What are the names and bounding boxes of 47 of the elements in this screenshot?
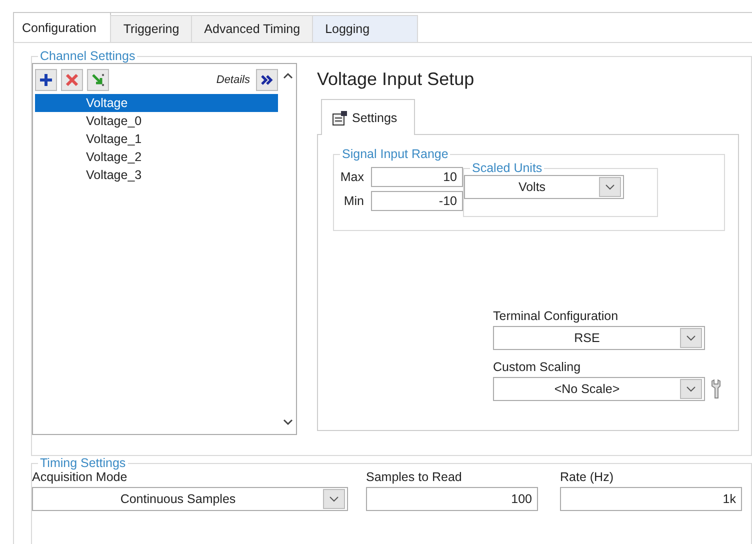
expand-button[interactable] (256, 69, 278, 91)
max-field[interactable]: 10 (371, 167, 463, 187)
tab[interactable]: Triggering (110, 15, 192, 42)
custom-scaling-label: Custom Scaling (493, 360, 582, 374)
properties-icon (332, 110, 348, 126)
group-title: Signal Input Range (341, 147, 450, 161)
channel-item[interactable]: Voltage_0 (35, 112, 278, 130)
details-label: Details (216, 74, 250, 86)
settings-tab[interactable]: Settings (321, 99, 415, 135)
rate-label: Rate (Hz) (560, 470, 614, 484)
channel-item[interactable]: Voltage (35, 94, 278, 112)
min-label: Min (342, 194, 364, 208)
samples-to-read-label: Samples to Read (366, 470, 463, 484)
terminal-configuration-label: Terminal Configuration (493, 309, 620, 323)
terminal-configuration-dropdown[interactable]: RSE (493, 326, 705, 350)
add-button[interactable] (35, 69, 57, 91)
max-label: Max (339, 170, 364, 184)
chevron-down-icon (686, 335, 696, 341)
rate-field[interactable]: 1k (560, 487, 742, 511)
double-chevron-icon (260, 73, 274, 87)
group-title: Channel Settings (39, 49, 136, 63)
custom-scaling-dropdown[interactable]: <No Scale> (493, 377, 705, 401)
chevron-down-icon (329, 496, 339, 502)
channel-item[interactable]: Voltage_2 (35, 148, 278, 166)
plus-icon (39, 73, 53, 87)
setup-title: Voltage Input Setup (317, 69, 476, 91)
scroll-up-icon (283, 72, 293, 80)
tab[interactable]: Configuration (13, 12, 112, 42)
arrow-icon (91, 73, 105, 87)
group-title: Timing Settings (39, 456, 127, 470)
channel-item[interactable]: Voltage_3 (35, 166, 278, 184)
close-icon (65, 73, 79, 87)
units-dropdown[interactable]: Volts (464, 175, 624, 199)
samples-to-read-field[interactable]: 100 (366, 487, 538, 511)
scrollbar[interactable] (280, 63, 297, 435)
tab[interactable]: Logging (312, 15, 418, 42)
move-button[interactable] (87, 69, 109, 91)
scroll-down-icon (283, 418, 293, 426)
tab[interactable]: Advanced Timing (191, 15, 314, 42)
acquisition-mode-dropdown[interactable]: Continuous Samples (32, 487, 348, 511)
delete-button[interactable] (61, 69, 83, 91)
group-title: Scaled Units (471, 161, 544, 175)
chevron-down-icon (686, 386, 696, 392)
channel-item[interactable]: Voltage_1 (35, 130, 278, 148)
acquisition-mode-label: Acquisition Mode (32, 470, 128, 484)
chevron-down-icon (605, 184, 615, 190)
min-field[interactable]: -10 (371, 191, 463, 211)
